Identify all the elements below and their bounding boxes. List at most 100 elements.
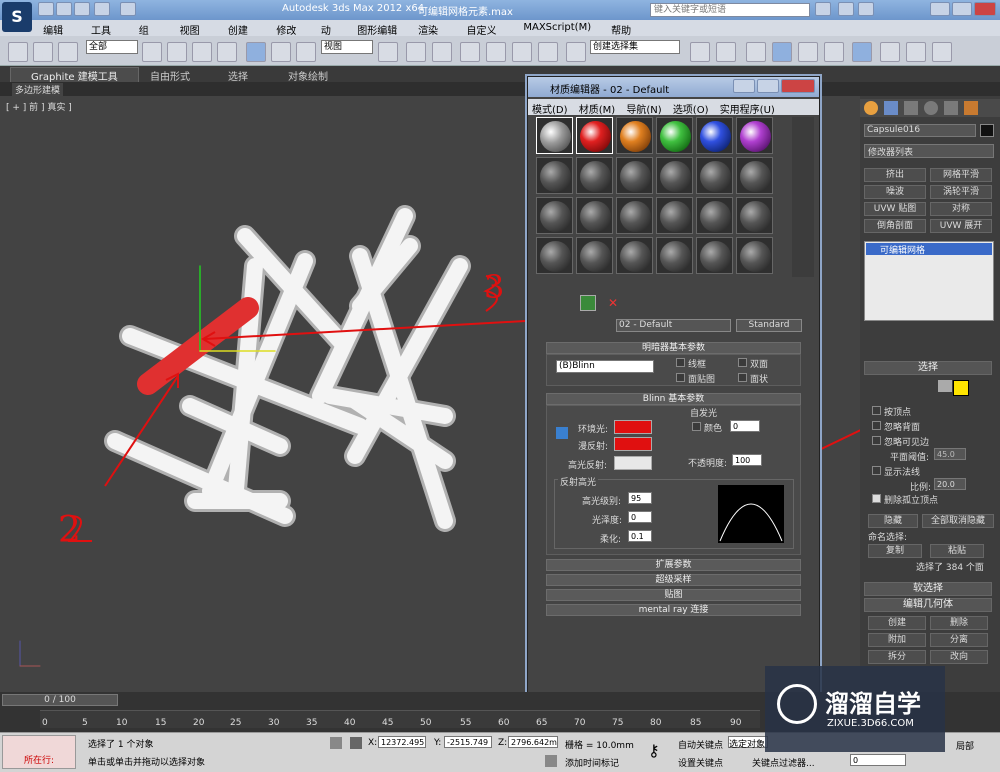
mat-menu-material[interactable]: 材质(M)	[575, 99, 619, 118]
tab-selection[interactable]: 选择	[228, 68, 248, 83]
tab-polygon-modeling[interactable]: 多边形建模	[12, 83, 64, 96]
select-by-name-icon[interactable]	[167, 42, 187, 62]
y-coord-field[interactable]: -2515.749	[444, 736, 492, 748]
self-illum-color-checkbox[interactable]	[692, 422, 701, 431]
align-icon[interactable]	[716, 42, 736, 62]
ambient-swatch[interactable]	[614, 420, 652, 434]
key-filters-button[interactable]: 关键点过滤器...	[752, 756, 815, 769]
mat-close-button[interactable]	[781, 79, 815, 93]
render-icon[interactable]	[932, 42, 952, 62]
auto-key-label[interactable]: 自动关键点	[678, 738, 723, 751]
diffuse-swatch[interactable]	[614, 437, 652, 451]
maximize-button[interactable]	[952, 2, 972, 16]
help-icon[interactable]	[858, 2, 874, 16]
attach-button[interactable]: 附加	[868, 633, 926, 647]
snap-icon[interactable]	[460, 42, 480, 62]
object-color-swatch[interactable]	[980, 124, 994, 137]
motion-tab-icon[interactable]	[924, 101, 938, 115]
display-tab-icon[interactable]	[944, 101, 958, 115]
add-time-tag-icon[interactable]	[545, 755, 557, 767]
close-button[interactable]	[974, 2, 996, 16]
uvw-map-button[interactable]: UVW 贴图	[864, 202, 926, 216]
app-logo-icon[interactable]: S	[2, 2, 32, 32]
rollout-supersampling[interactable]: 超级采样	[546, 574, 801, 586]
rollout-edit-geometry[interactable]: 编辑几何体	[864, 598, 992, 612]
redo-icon[interactable]	[120, 2, 136, 16]
sample-slot[interactable]	[656, 157, 693, 194]
subobj-element-icon[interactable]	[953, 380, 969, 396]
unhide-all-button[interactable]: 全部取消隐藏	[922, 514, 994, 528]
lock-selection-icon[interactable]	[330, 737, 342, 749]
layer-manager-icon[interactable]	[746, 42, 766, 62]
wire-checkbox[interactable]	[676, 358, 685, 367]
modifier-list-dropdown[interactable]: 修改器列表	[864, 144, 994, 158]
sample-slot[interactable]	[576, 117, 613, 154]
mat-minimize-button[interactable]	[733, 79, 755, 93]
modify-tab-icon[interactable]	[884, 101, 898, 115]
subobj-edge-icon[interactable]	[900, 380, 914, 392]
mat-maximize-button[interactable]	[757, 79, 779, 93]
menu-edit[interactable]: 编辑(E)	[33, 20, 81, 48]
key-icon[interactable]: ⚷	[648, 741, 670, 761]
material-type-button[interactable]: Standard	[736, 319, 802, 332]
create-button[interactable]: 创建	[868, 616, 926, 630]
split-button[interactable]: 拆分	[868, 650, 926, 664]
curve-editor-icon[interactable]	[798, 42, 818, 62]
reference-coord-dropdown[interactable]: 视图	[321, 40, 373, 54]
subobj-vertex-icon[interactable]	[880, 380, 894, 392]
self-illum-spinner[interactable]: 0	[730, 420, 760, 432]
menu-group[interactable]: 组(G)	[129, 20, 170, 48]
extrude-button[interactable]: 挤出	[864, 168, 926, 182]
rendered-frame-icon[interactable]	[906, 42, 926, 62]
rollout-selection[interactable]: 选择	[864, 361, 992, 375]
sample-slot[interactable]	[656, 237, 693, 274]
turn-button[interactable]: 改向	[930, 650, 988, 664]
binoculars-icon[interactable]	[815, 2, 831, 16]
undo-icon[interactable]	[94, 2, 110, 16]
faceted-checkbox[interactable]	[738, 373, 747, 382]
scale-spinner[interactable]: 20.0	[934, 478, 966, 490]
set-key-label[interactable]: 设置关键点	[678, 756, 723, 769]
viewport-label[interactable]: [ + ] 前 ] 真实 ]	[6, 100, 72, 113]
mat-menu-utilities[interactable]: 实用程序(U)	[716, 99, 779, 118]
turbosmooth-button[interactable]: 涡轮平滑	[930, 185, 992, 199]
sample-slot[interactable]	[536, 237, 573, 274]
sample-slot[interactable]	[736, 197, 773, 234]
sample-slot[interactable]	[696, 157, 733, 194]
sample-slot[interactable]	[616, 197, 653, 234]
tab-freeform[interactable]: 自由形式	[150, 68, 190, 83]
menu-tools[interactable]: 工具(T)	[81, 20, 129, 48]
hide-button[interactable]: 隐藏	[868, 514, 918, 528]
window-crossing-icon[interactable]	[217, 42, 237, 62]
menu-help[interactable]: 帮助(H)	[601, 20, 650, 48]
opacity-spinner[interactable]: 100	[732, 454, 762, 466]
minimize-button[interactable]	[930, 2, 950, 16]
graphite-toggle-icon[interactable]	[772, 42, 792, 62]
meshsmooth-button[interactable]: 网格平滑	[930, 168, 992, 182]
eyedropper-icon[interactable]	[598, 321, 610, 333]
spec-level-spinner[interactable]: 95	[628, 492, 652, 504]
sample-slot[interactable]	[536, 197, 573, 234]
move-icon[interactable]	[246, 42, 266, 62]
mat-menu-modes[interactable]: 模式(D)	[528, 99, 572, 118]
ignore-visible-checkbox[interactable]	[872, 436, 881, 445]
menu-customize[interactable]: 自定义(U)	[456, 20, 513, 48]
sample-slot[interactable]	[656, 117, 693, 154]
time-slider[interactable]: 0 / 100	[2, 694, 118, 706]
sample-slot[interactable]	[576, 237, 613, 274]
mat-menu-navigation[interactable]: 导航(N)	[622, 99, 665, 118]
menu-graph-editors[interactable]: 图形编辑器	[347, 20, 408, 52]
search-input[interactable]: 键入关键字或短语	[650, 3, 810, 17]
unwrap-uvw-button[interactable]: UVW 展开	[930, 219, 992, 233]
create-tab-icon[interactable]	[864, 101, 878, 115]
menu-modifiers[interactable]: 修改器	[266, 20, 311, 52]
sample-slot[interactable]	[536, 117, 573, 154]
rollout-shader-basic[interactable]: 明暗器基本参数	[546, 342, 801, 354]
keyboard-shortcut-icon[interactable]	[432, 42, 452, 62]
sample-slot[interactable]	[696, 237, 733, 274]
noise-button[interactable]: 噪波	[864, 185, 926, 199]
rotate-icon[interactable]	[271, 42, 291, 62]
pivot-icon[interactable]	[378, 42, 398, 62]
star-icon[interactable]	[838, 2, 854, 16]
open-file-icon[interactable]	[56, 2, 72, 16]
